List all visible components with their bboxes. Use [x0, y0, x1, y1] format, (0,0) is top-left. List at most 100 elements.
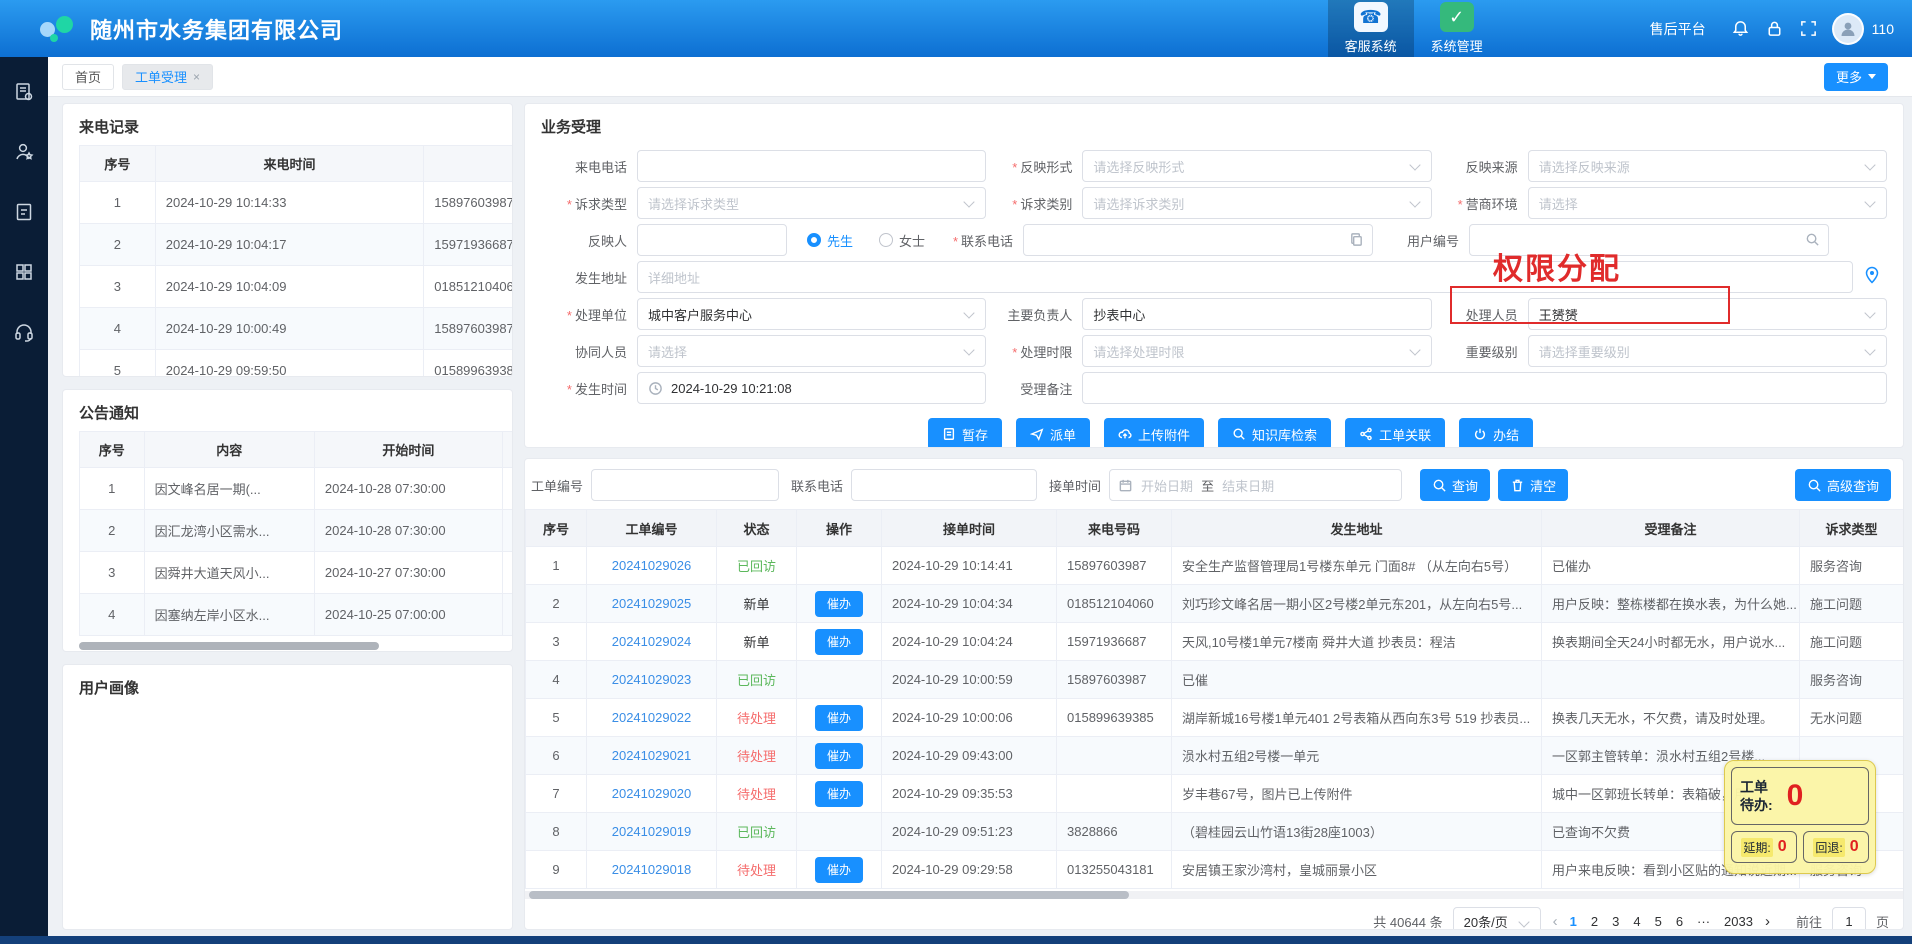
reflect-source-select[interactable]: 请选择反映来源: [1528, 150, 1887, 182]
kb-search-button[interactable]: 知识库检索: [1218, 418, 1331, 448]
todo-badge[interactable]: 工单 待办: 0 延期: 0 回退: 0: [1724, 760, 1876, 874]
work-order-row[interactable]: 9 20241029018 待处理 催办 2024-10-29 09:29:58…: [526, 851, 1904, 889]
tab-close-icon[interactable]: ×: [193, 70, 200, 84]
grid-apps-icon[interactable]: [13, 261, 35, 283]
work-order-table: 序号工单编号状态操作接单时间来电号码发生地址受理备注诉求类型 1 2024102…: [525, 509, 1904, 889]
page-number[interactable]: 5: [1655, 914, 1662, 929]
goto-page-input[interactable]: 1: [1832, 907, 1866, 930]
page-number[interactable]: 6: [1676, 914, 1683, 929]
order-id-link[interactable]: 20241029020: [612, 786, 692, 801]
business-env-select[interactable]: 请选择: [1528, 187, 1887, 219]
call-log-row[interactable]: 1 2024-10-29 10:14:33 15897603987: [80, 182, 514, 224]
reflect-form-select[interactable]: 请选择反映形式: [1082, 150, 1431, 182]
notice-row[interactable]: 4 因塞纳左岸小区水... 2024-10-25 07:00:00 2024-1…: [80, 594, 514, 636]
importance-select[interactable]: 请选择重要级别: [1528, 335, 1887, 367]
save-draft-button[interactable]: 暂存: [928, 418, 1002, 448]
finish-button[interactable]: 办结: [1459, 418, 1533, 448]
page-size-select[interactable]: 20条/页: [1453, 907, 1541, 930]
notice-start: 2024-10-28 07:30:00: [314, 510, 502, 552]
location-pin-icon[interactable]: [1863, 266, 1881, 289]
page-number[interactable]: 2: [1591, 914, 1598, 929]
filter-phone-input[interactable]: [851, 469, 1037, 501]
work-order-row[interactable]: 7 20241029020 待处理 催办 2024-10-29 09:35:53…: [526, 775, 1904, 813]
advanced-search-button[interactable]: 高级查询: [1795, 469, 1891, 501]
call-phone-input[interactable]: [637, 150, 986, 182]
radio-female[interactable]: 女士: [879, 231, 925, 250]
work-order-row[interactable]: 4 20241029023 已回访 催办 2024-10-29 10:00:59…: [526, 661, 1904, 699]
after-sales-link[interactable]: 售后平台: [1650, 19, 1706, 39]
accept-note-input[interactable]: [1082, 372, 1887, 404]
user-star-icon[interactable]: [13, 141, 35, 163]
notice-row[interactable]: 1 因文峰名居一期(... 2024-10-28 07:30:00 2024-1…: [80, 468, 514, 510]
tab-work-order[interactable]: 工单受理 ×: [122, 64, 213, 90]
urge-button[interactable]: 催办: [815, 705, 863, 731]
call-log-row[interactable]: 3 2024-10-29 10:04:09 018512104060: [80, 266, 514, 308]
order-id-link[interactable]: 20241029021: [612, 748, 692, 763]
order-id-link[interactable]: 20241029024: [612, 634, 692, 649]
appeal-type-select[interactable]: 请选择诉求类型: [637, 187, 986, 219]
tab-home[interactable]: 首页: [62, 64, 114, 90]
urge-button[interactable]: 催办: [815, 591, 863, 617]
work-order-row[interactable]: 6 20241029021 待处理 催办 2024-10-29 09:43:00…: [526, 737, 1904, 775]
reflect-person-input[interactable]: [637, 224, 787, 256]
user-avatar[interactable]: [1832, 13, 1864, 45]
more-button[interactable]: 更多: [1824, 63, 1888, 91]
handle-limit-select[interactable]: 请选择处理时限: [1082, 335, 1431, 367]
order-management-icon[interactable]: [13, 81, 35, 103]
occur-time-input[interactable]: 2024-10-29 10:21:08: [637, 372, 986, 404]
work-order-row[interactable]: 3 20241029024 新单 催办 2024-10-29 10:04:24 …: [526, 623, 1904, 661]
work-order-row[interactable]: 8 20241029019 已回访 催办 2024-10-29 09:51:23…: [526, 813, 1904, 851]
headset-icon[interactable]: [13, 321, 35, 343]
work-order-row[interactable]: 5 20241029022 待处理 催办 2024-10-29 10:00:06…: [526, 699, 1904, 737]
order-id-link[interactable]: 20241029019: [612, 824, 692, 839]
handle-unit-select[interactable]: 城中客户服务中心: [637, 298, 986, 330]
app-customer-service[interactable]: ☎ 客服系统: [1328, 0, 1414, 57]
dispatch-button[interactable]: 派单: [1016, 418, 1090, 448]
notice-row[interactable]: 2 因汇龙湾小区需水... 2024-10-28 07:30:00 2024-1…: [80, 510, 514, 552]
urge-button[interactable]: 催办: [815, 629, 863, 655]
filter-date-range[interactable]: 开始日期 至 结束日期: [1109, 469, 1402, 501]
contact-phone-input[interactable]: [1023, 224, 1373, 256]
lock-icon[interactable]: [1758, 12, 1792, 46]
page-number[interactable]: 4: [1633, 914, 1640, 929]
work-order-row[interactable]: 1 20241029026 已回访 催办 2024-10-29 10:14:41…: [526, 547, 1904, 585]
filter-order-no-input[interactable]: [591, 469, 779, 501]
clear-button[interactable]: 清空: [1498, 469, 1568, 501]
copy-icon[interactable]: [1349, 232, 1364, 250]
order-id-link[interactable]: 20241029026: [612, 558, 692, 573]
urge-button[interactable]: 催办: [815, 743, 863, 769]
urge-button[interactable]: 催办: [815, 781, 863, 807]
business-acceptance-title: 业务受理: [525, 104, 1903, 145]
page-number[interactable]: 3: [1612, 914, 1619, 929]
call-log-row[interactable]: 5 2024-10-29 09:59:50 015899639385: [80, 350, 514, 378]
search-button[interactable]: 查询: [1420, 469, 1490, 501]
page-number[interactable]: 1: [1570, 914, 1577, 929]
app-system-management[interactable]: ✓ 系统管理: [1414, 0, 1500, 57]
order-id-link[interactable]: 20241029023: [612, 672, 692, 687]
notice-row[interactable]: 3 因舜井大道天风小... 2024-10-27 07:30:00 2024-1…: [80, 552, 514, 594]
order-id-link[interactable]: 20241029025: [612, 596, 692, 611]
upload-attachment-button[interactable]: 上传附件: [1104, 418, 1204, 448]
urge-button[interactable]: 催办: [815, 857, 863, 883]
notification-bell-icon[interactable]: [1724, 12, 1758, 46]
radio-male[interactable]: 先生: [807, 231, 853, 250]
table-hscroll-thumb[interactable]: [529, 891, 1129, 899]
co-person-select[interactable]: 请选择: [637, 335, 986, 367]
notice-hscrollbar[interactable]: [79, 642, 379, 650]
next-page-icon[interactable]: ›: [1763, 913, 1772, 930]
document-icon[interactable]: [13, 201, 35, 223]
page-number[interactable]: ···: [1697, 914, 1710, 929]
main-leader-input[interactable]: 抄表中心: [1082, 298, 1431, 330]
page-number[interactable]: 2033: [1724, 914, 1753, 929]
fullscreen-icon[interactable]: [1792, 12, 1826, 46]
dispatch-label: 派单: [1050, 425, 1076, 444]
search-icon[interactable]: [1805, 232, 1820, 250]
call-log-row[interactable]: 2 2024-10-29 10:04:17 15971936687: [80, 224, 514, 266]
appeal-category-select[interactable]: 请选择诉求类别: [1082, 187, 1431, 219]
order-id-link[interactable]: 20241029022: [612, 710, 692, 725]
order-id-link[interactable]: 20241029018: [612, 862, 692, 877]
work-order-row[interactable]: 2 20241029025 新单 催办 2024-10-29 10:04:34 …: [526, 585, 1904, 623]
call-log-row[interactable]: 4 2024-10-29 10:00:49 15897603987: [80, 308, 514, 350]
order-link-button[interactable]: 工单关联: [1345, 418, 1445, 448]
prev-page-icon[interactable]: ‹: [1551, 913, 1560, 930]
